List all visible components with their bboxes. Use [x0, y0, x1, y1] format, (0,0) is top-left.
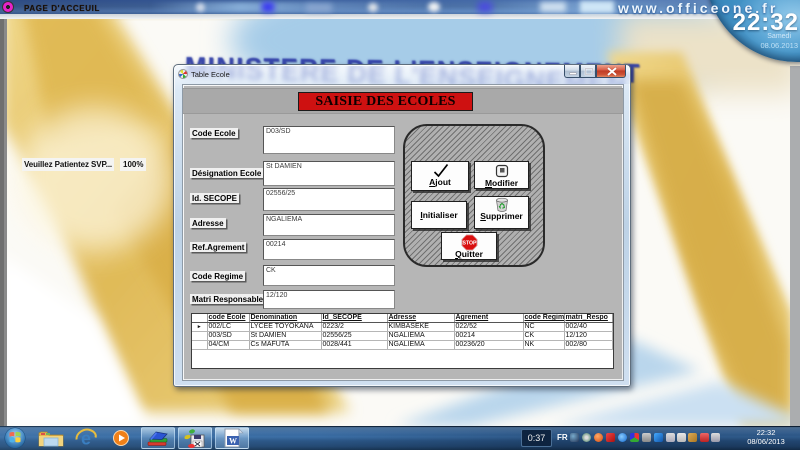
svg-text:W: W [229, 437, 237, 446]
svg-text:STOP: STOP [462, 241, 477, 247]
